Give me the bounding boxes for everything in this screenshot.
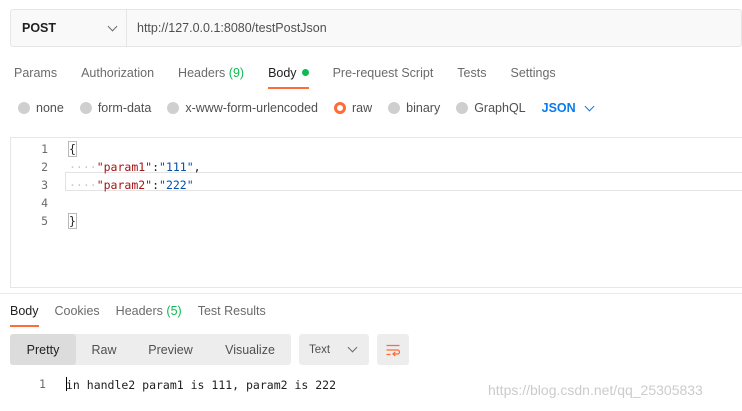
view-visualize-button[interactable]: Visualize <box>209 334 291 365</box>
view-mode-segmented: Pretty Raw Preview Visualize <box>10 334 291 365</box>
tab-params[interactable]: Params <box>14 66 57 80</box>
radio-label: binary <box>406 101 441 115</box>
chevron-down-icon <box>107 21 118 31</box>
radio-label: raw <box>352 101 373 115</box>
tab-authorization[interactable]: Authorization <box>81 66 154 80</box>
tab-pre-request-script[interactable]: Pre-request Script <box>333 66 434 80</box>
headers-count: (5) <box>166 304 182 318</box>
watermark: https://blog.csdn.net/qq_25305833 <box>488 382 703 398</box>
response-tab-cookies[interactable]: Cookies <box>55 304 100 318</box>
open-brace: { <box>68 141 77 157</box>
code-line: ····"param1":"111", <box>69 160 201 174</box>
json-key: "param2" <box>96 178 153 192</box>
response-tab-test-results[interactable]: Test Results <box>198 304 266 318</box>
headers-count: (9) <box>228 66 245 80</box>
chevron-down-icon <box>584 101 595 111</box>
status-dot-icon <box>301 69 309 76</box>
radio-none[interactable]: none <box>18 101 64 115</box>
indent-marker: ···· <box>69 178 97 192</box>
radio-icon <box>456 102 469 114</box>
radio-form-data[interactable]: form-data <box>79 101 152 115</box>
radio-graphql[interactable]: GraphQL <box>456 101 526 115</box>
radio-icon <box>167 102 180 114</box>
close-brace: } <box>68 213 77 229</box>
json-comma: , <box>193 160 201 174</box>
pane-divider[interactable] <box>0 293 742 294</box>
radio-icon <box>388 102 401 114</box>
json-colon: : <box>152 178 160 192</box>
radio-label: x-www-form-urlencoded <box>185 101 318 115</box>
request-body-editor[interactable]: 1 2 3 4 5 { ····"param1":"111", ····"par… <box>10 137 742 288</box>
line-number: 4 <box>41 196 48 210</box>
tab-label: Body <box>268 66 297 80</box>
code-line: } <box>68 213 77 229</box>
view-preview-button[interactable]: Preview <box>132 334 209 365</box>
code-line: { <box>68 141 77 157</box>
url-input[interactable]: http://127.0.0.1:8080/testPostJson <box>127 21 327 35</box>
tab-label: Body <box>10 304 39 318</box>
body-type-radios: none form-data x-www-form-urlencoded raw… <box>18 99 595 117</box>
tab-tests[interactable]: Tests <box>457 66 486 80</box>
wrap-lines-icon <box>386 344 401 356</box>
json-key: "param1" <box>96 160 153 174</box>
response-tabs: Body Cookies Headers (5) Test Results <box>10 302 282 327</box>
response-format-select[interactable]: Text <box>299 334 369 365</box>
wrap-lines-button[interactable] <box>377 334 409 365</box>
indent-marker: ···· <box>69 160 97 174</box>
method-label: POST <box>22 21 57 35</box>
tab-label: Pre-request Script <box>332 66 434 80</box>
radio-x-www-form-urlencoded[interactable]: x-www-form-urlencoded <box>167 101 318 115</box>
tab-label: Headers <box>115 304 163 318</box>
tab-label: Authorization <box>81 66 155 80</box>
line-number: 3 <box>41 178 48 192</box>
request-tabs: Params Authorization Headers (9) Body Pr… <box>14 64 580 89</box>
tab-headers[interactable]: Headers (9) <box>178 66 244 80</box>
radio-selected-icon <box>334 102 346 114</box>
tab-body[interactable]: Body <box>268 66 309 89</box>
radio-binary[interactable]: binary <box>388 101 440 115</box>
radio-label: GraphQL <box>474 101 526 115</box>
response-body-text[interactable]: in handle2 param1 is 111, param2 is 222 <box>66 377 336 392</box>
view-raw-button[interactable]: Raw <box>76 334 132 365</box>
line-number: 1 <box>39 377 46 391</box>
tab-label: Tests <box>457 66 487 80</box>
json-value: "222" <box>159 178 194 192</box>
tab-label: Headers <box>178 66 226 80</box>
response-line: in handle2 param1 is 111, param2 is 222 <box>66 378 337 392</box>
method-select[interactable]: POST <box>11 10 127 46</box>
chevron-down-icon <box>347 342 358 353</box>
line-number: 1 <box>41 142 48 156</box>
json-value: "111" <box>159 160 194 174</box>
radio-icon <box>79 102 92 114</box>
tab-label: Settings <box>510 66 556 80</box>
tab-settings[interactable]: Settings <box>510 66 555 80</box>
format-label: Text <box>309 343 331 356</box>
raw-format-label: JSON <box>541 101 576 115</box>
tab-label: Params <box>14 66 58 80</box>
line-number: 2 <box>41 160 48 174</box>
radio-label: form-data <box>97 101 152 115</box>
view-pretty-button[interactable]: Pretty <box>10 334 76 365</box>
radio-icon <box>18 102 30 114</box>
response-tab-headers[interactable]: Headers (5) <box>116 304 182 318</box>
response-tab-body[interactable]: Body <box>10 304 39 327</box>
line-number: 5 <box>41 214 48 228</box>
radio-raw[interactable]: raw <box>334 101 372 115</box>
raw-format-select[interactable]: JSON <box>541 101 595 115</box>
radio-label: none <box>36 101 64 115</box>
code-line: ····"param2":"222" <box>69 178 194 192</box>
url-bar: POST http://127.0.0.1:8080/testPostJson <box>10 9 742 47</box>
tab-label: Test Results <box>197 304 266 318</box>
json-colon: : <box>152 160 160 174</box>
tab-label: Cookies <box>54 304 100 318</box>
